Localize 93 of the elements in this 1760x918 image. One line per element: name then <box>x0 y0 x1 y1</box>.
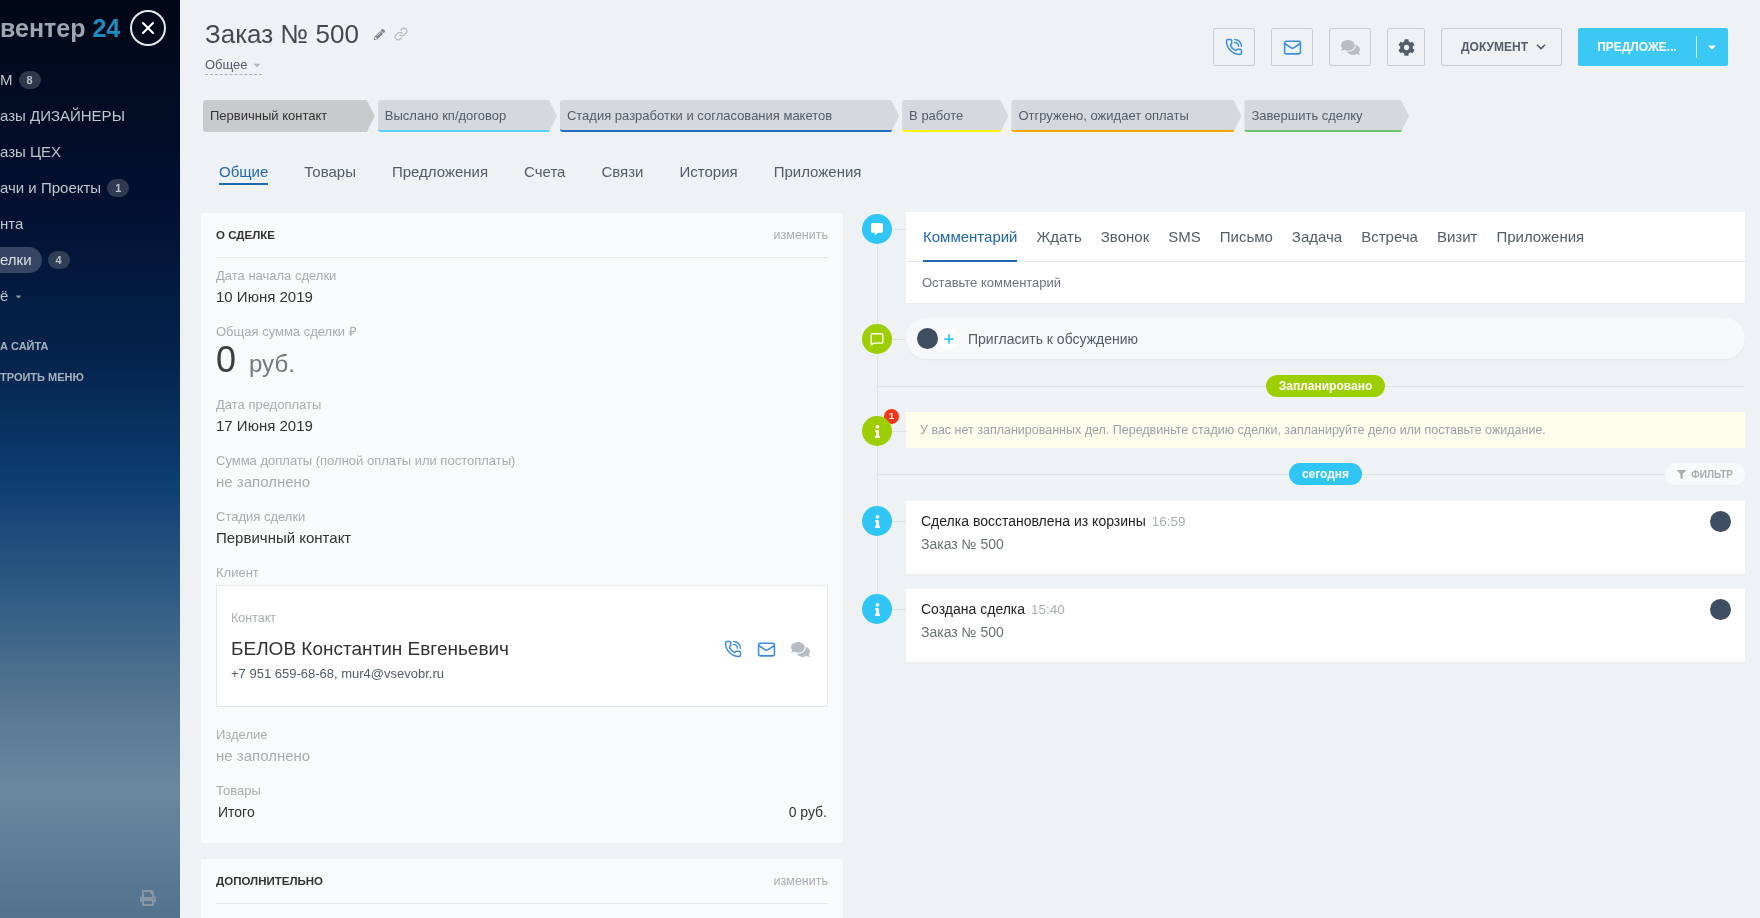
sidebar-item[interactable]: М <box>0 67 13 93</box>
event-title: Сделка восстановлена из корзины <box>921 513 1146 529</box>
stage-step[interactable]: Завершить сделку <box>1244 100 1409 132</box>
event-text: Заказ № 500 <box>921 623 1005 641</box>
info-icon <box>862 506 892 536</box>
editor-tab[interactable]: SMS <box>1168 212 1201 262</box>
mail-button[interactable] <box>1271 28 1314 66</box>
contact-details: +7 951 659-68-68, mur4@vsevobr.ru <box>231 666 445 682</box>
editor-tab[interactable]: Визит <box>1436 212 1478 262</box>
editor-tab[interactable]: Встреча <box>1361 212 1418 262</box>
counter-badge: 4 <box>47 251 70 269</box>
mail-icon[interactable] <box>757 639 776 659</box>
dropdown-button[interactable] <box>1696 28 1728 66</box>
contact-name: БЕЛОВ Константин Евгеньевич <box>231 637 509 661</box>
editor-tab[interactable]: Звонок <box>1100 212 1150 262</box>
document-button[interactable]: ДОКУМЕНТ <box>1441 28 1562 66</box>
tab[interactable]: Общие <box>219 157 269 185</box>
editor-tab[interactable]: Письмо <box>1219 212 1273 262</box>
contact-caption: Контакт <box>231 610 277 626</box>
phone-icon[interactable] <box>724 640 742 658</box>
empty-plan-notice: У вас нет запланированных дел. Передвиньте стадию сделки, запланируйте дело или поставьте ожидание. <box>906 412 1745 448</box>
field-label: Дата предоплаты <box>216 397 322 413</box>
event-title: Создана сделка <box>921 601 1026 617</box>
field-label: Изделие <box>216 727 268 743</box>
field-value: Первичный контакт <box>216 528 352 548</box>
today-label: сегодня <box>1288 463 1363 485</box>
speech-bubble-icon <box>862 324 892 354</box>
comment-input[interactable]: Оставьте комментарий <box>922 273 1729 292</box>
event-time: 15:40 <box>1031 602 1065 617</box>
field-label: Товары <box>216 783 261 799</box>
tab[interactable]: Счета <box>524 157 566 185</box>
sidebar-item[interactable]: азы ЦЕХ <box>0 139 62 165</box>
field-value: не заполнено <box>216 746 311 766</box>
close-button[interactable] <box>130 10 166 46</box>
settings-button[interactable] <box>1387 28 1426 66</box>
tab[interactable]: Связи <box>601 157 644 185</box>
counter-badge: 1 <box>107 179 130 197</box>
card-title: О СДЕЛКЕ <box>216 229 275 241</box>
counter-badge: 8 <box>18 71 41 89</box>
field-label: Дата начала сделки <box>216 268 337 284</box>
mail-icon <box>1282 37 1302 57</box>
plus-icon <box>938 328 959 349</box>
amount-value: 0 <box>216 340 237 380</box>
card-title: ДОПОЛНИТЕЛЬНО <box>216 875 323 887</box>
event-time: 16:59 <box>1151 514 1186 529</box>
stage-step[interactable]: Первичный контакт <box>203 100 375 132</box>
user-avatar <box>1710 510 1731 532</box>
stage-step[interactable]: Отгружено, ожидает оплаты <box>1011 100 1242 132</box>
link-icon[interactable] <box>393 27 408 41</box>
field-label: Стадия сделки <box>216 509 306 525</box>
tab[interactable]: Предложения <box>391 157 489 185</box>
sidebar-link[interactable]: ТРОИТЬ МЕНЮ <box>0 370 84 384</box>
pencil-icon[interactable] <box>373 28 385 40</box>
user-avatar <box>1710 598 1731 620</box>
sidebar-item[interactable]: нта <box>0 211 24 237</box>
tab[interactable]: Приложения <box>773 157 862 185</box>
field-value: 17 Июня 2019 <box>216 416 313 436</box>
sidebar-item[interactable]: азы ДИЗАЙНЕРЫ <box>0 103 125 129</box>
tab[interactable]: Товары <box>304 157 356 185</box>
editor-tab[interactable]: Ждать <box>1036 212 1082 262</box>
category-dropdown[interactable]: Общее <box>205 57 262 75</box>
invite-button[interactable]: Пригласить к обсуждению <box>906 318 1745 359</box>
deal-title: Заказ № 500 <box>205 18 359 51</box>
stage-step[interactable]: Стадия разработки и согласования макетов <box>559 100 900 132</box>
total-label: Итого <box>218 803 255 822</box>
editor-tab[interactable]: Приложения <box>1496 212 1585 262</box>
planned-label: Запланировано <box>1265 375 1386 397</box>
phone-icon <box>1225 38 1244 56</box>
tab[interactable]: История <box>679 157 738 185</box>
funnel-icon <box>1677 469 1687 479</box>
chat-icon <box>1340 37 1360 57</box>
total-value: 0 руб. <box>788 803 827 822</box>
gear-icon <box>1397 38 1415 56</box>
currency-label: руб. <box>249 350 295 378</box>
field-value: 10 Июня 2019 <box>216 287 313 307</box>
printer-icon[interactable] <box>140 890 156 906</box>
field-label: Клиент <box>216 565 259 581</box>
comment-icon <box>862 214 892 244</box>
sidebar-item[interactable]: елки <box>0 247 42 273</box>
sidebar-item[interactable]: ачи и Проекты <box>0 175 102 201</box>
sidebar-item[interactable]: ё <box>0 283 9 309</box>
stage-step[interactable]: В работе <box>902 100 1009 132</box>
event-text: Заказ № 500 <box>921 535 1005 553</box>
stage-step[interactable]: Выслано кп/договор <box>377 100 557 132</box>
info-icon <box>862 594 892 624</box>
field-label: Общая сумма сделки ₽ <box>216 324 357 340</box>
sidebar-link[interactable]: А САЙТА <box>0 339 49 353</box>
brand-logo-text: вентер 24 <box>0 13 121 43</box>
editor-tab[interactable]: Задача <box>1291 212 1343 262</box>
phone-button[interactable] <box>1213 28 1256 66</box>
field-value: не заполнено <box>216 472 311 492</box>
field-label: Сумма доплаты (полной оплаты или постоплаты) <box>216 453 516 469</box>
user-avatar <box>917 328 938 349</box>
